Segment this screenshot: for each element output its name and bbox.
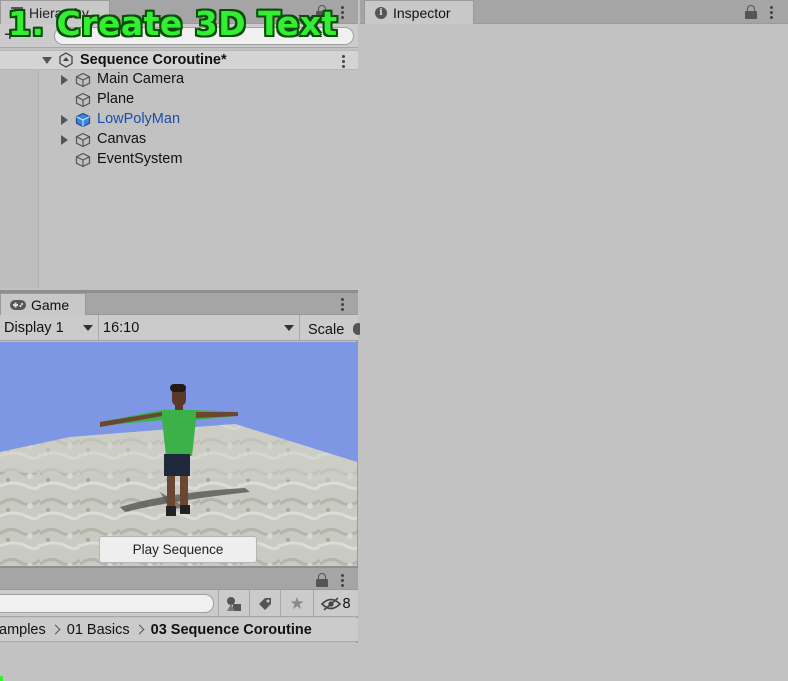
search-by-type-button[interactable]: [218, 590, 249, 617]
scene-name: Sequence Coroutine*: [80, 52, 227, 68]
prefab-cube-icon: [75, 112, 91, 128]
game-toolbar: Display 1 16:10 Scale: [0, 315, 363, 341]
scale-slider[interactable]: Scale: [300, 315, 363, 341]
hierarchy-item[interactable]: EventSystem: [0, 150, 358, 170]
search-by-label-button[interactable]: [249, 590, 280, 617]
hierarchy-item-label: Canvas: [97, 131, 147, 147]
info-icon: i: [375, 6, 387, 19]
chevron-right-icon[interactable]: [61, 135, 68, 145]
display-value: Display 1: [4, 320, 64, 336]
game-tabbar: Game: [0, 293, 358, 315]
hierarchy-item-label: LowPolyMan: [97, 111, 181, 127]
hierarchy-item-label: Main Camera: [97, 71, 185, 87]
favorites-button[interactable]: ★: [280, 590, 313, 617]
chevron-right-icon: [50, 624, 61, 635]
progress-marker: [0, 676, 3, 681]
project-toolbar: ★ 8: [0, 590, 358, 617]
project-search-input[interactable]: [0, 594, 214, 613]
project-menu-icon[interactable]: [335, 571, 349, 589]
chevron-down-icon: [284, 325, 294, 331]
unity-scene-icon: [59, 52, 73, 68]
chevron-right-icon[interactable]: [61, 75, 68, 85]
gamepad-icon: [10, 299, 26, 310]
hidden-count: 8: [342, 595, 351, 612]
gameobject-cube-icon: [75, 92, 91, 108]
gameobject-cube-icon: [75, 72, 91, 88]
chevron-right-icon: [134, 624, 145, 635]
scene-row[interactable]: Sequence Coroutine*: [0, 50, 358, 70]
hierarchy-item-label: EventSystem: [97, 151, 183, 167]
breadcrumb-item[interactable]: amples: [0, 622, 46, 638]
tag-icon: [259, 597, 271, 610]
gameobject-cube-icon: [75, 152, 91, 168]
scene-menu-icon[interactable]: [336, 52, 350, 70]
game-viewport[interactable]: Play Sequence: [0, 342, 357, 566]
breadcrumb-current[interactable]: 03 Sequence Coroutine: [151, 622, 312, 638]
hierarchy-item[interactable]: Plane: [0, 90, 358, 110]
game-scene-render: [0, 342, 357, 566]
project-tabbar: [0, 566, 358, 590]
aspect-dropdown[interactable]: 16:10: [99, 315, 300, 341]
chevron-down-icon[interactable]: [42, 57, 52, 64]
game-tab-label: Game: [31, 296, 70, 313]
game-menu-icon[interactable]: [335, 295, 349, 313]
lock-icon[interactable]: [316, 573, 328, 587]
tab-game[interactable]: Game: [0, 293, 86, 315]
eye-hidden-icon: [321, 596, 342, 611]
breadcrumb-item[interactable]: 01 Basics: [67, 622, 130, 638]
inspector-content: [360, 24, 788, 681]
play-sequence-button[interactable]: Play Sequence: [99, 536, 257, 563]
project-content: [0, 643, 358, 681]
type-filter-icon: [227, 596, 241, 611]
tab-inspector[interactable]: i Inspector: [364, 0, 474, 24]
gameobject-cube-icon: [75, 132, 91, 148]
star-icon: ★: [289, 593, 305, 613]
chevron-down-icon: [83, 325, 93, 331]
inspector-tabbar: i Inspector: [360, 0, 788, 24]
hierarchy-item[interactable]: Canvas: [0, 130, 358, 150]
hierarchy-item[interactable]: LowPolyMan: [0, 110, 358, 130]
tutorial-headline: 1. Create 3D Text: [8, 4, 338, 43]
hierarchy-item[interactable]: Main Camera: [0, 70, 358, 90]
aspect-value: 16:10: [103, 320, 140, 336]
left-column: Hierarchy + Sequence Coroutine* Main Cam…: [0, 0, 363, 681]
display-dropdown[interactable]: Display 1: [0, 315, 99, 341]
chevron-right-icon[interactable]: [61, 115, 68, 125]
inspector-menu-icon[interactable]: [764, 3, 778, 21]
lock-icon[interactable]: [745, 5, 757, 19]
hierarchy-item-label: Plane: [97, 91, 135, 107]
breadcrumb: amples 01 Basics 03 Sequence Coroutine: [0, 618, 358, 642]
hidden-packages-toggle[interactable]: 8: [313, 590, 358, 617]
inspector-tab-label: Inspector: [393, 4, 451, 21]
scale-label: Scale: [308, 322, 345, 338]
